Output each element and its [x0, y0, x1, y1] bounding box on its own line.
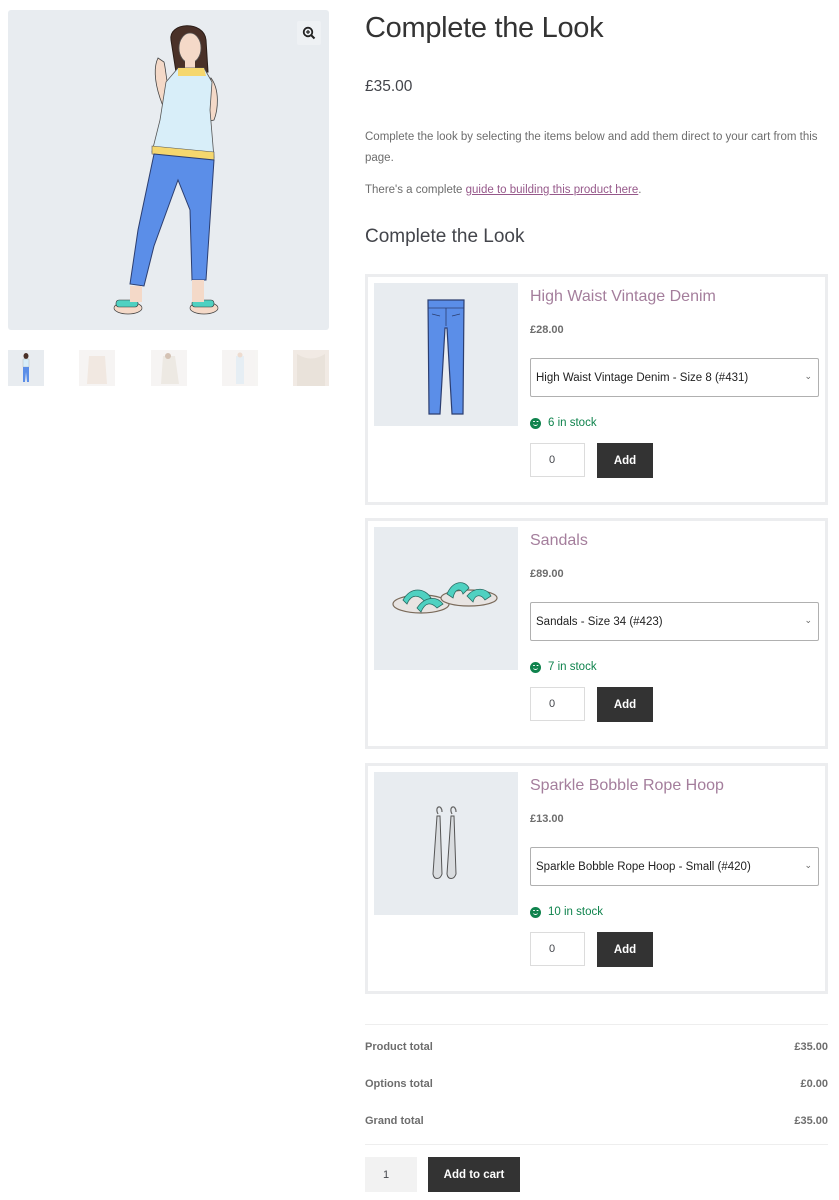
guide-suffix: .: [638, 184, 642, 196]
grand-total-label: Grand total: [365, 1115, 424, 1127]
item-title-link[interactable]: Sandals: [530, 532, 588, 550]
bundle-item-card: High Waist Vintage Denim £28.00 High Wai…: [365, 274, 828, 505]
cart-quantity-input[interactable]: 1: [365, 1157, 417, 1192]
item-image[interactable]: [374, 527, 518, 670]
options-total-value: £0.00: [800, 1078, 828, 1090]
smiley-icon: [530, 417, 541, 429]
quantity-input[interactable]: 0: [530, 443, 585, 477]
totals-table: Product total £35.00 Options total £0.00…: [365, 1024, 828, 1127]
thumbnail-3[interactable]: [151, 350, 187, 386]
gallery-thumbnails: [8, 350, 329, 386]
thumbnail-4[interactable]: [222, 350, 258, 386]
item-title-link[interactable]: Sparkle Bobble Rope Hoop: [530, 777, 724, 795]
thumbnail-top-side-icon: [161, 353, 179, 384]
section-title: Complete the Look: [365, 226, 525, 247]
stock-text: 10 in stock: [548, 906, 603, 918]
product-description: Complete the look by selecting the items…: [365, 131, 818, 164]
totals-divider: [365, 1144, 828, 1145]
thumbnail-5[interactable]: [293, 350, 329, 386]
variation-select[interactable]: Sandals - Size 34 (#423) ⌄: [530, 602, 819, 641]
quantity-input[interactable]: 0: [530, 687, 585, 721]
variation-select-value: Sandals - Size 34 (#423): [536, 615, 663, 628]
smiley-icon: [530, 661, 541, 673]
options-total-label: Options total: [365, 1078, 433, 1090]
model-illustration: [113, 25, 219, 315]
stock-text: 6 in stock: [548, 417, 597, 429]
sandals-icon: [392, 581, 498, 614]
options-total-row: Options total £0.00: [365, 1078, 828, 1090]
item-price: £89.00: [530, 568, 564, 580]
chevron-down-icon: ⌄: [804, 860, 812, 870]
product-total-value: £35.00: [794, 1041, 828, 1053]
smiley-icon: [530, 906, 541, 918]
item-image[interactable]: [374, 283, 518, 426]
add-item-button[interactable]: Add: [597, 932, 653, 967]
add-item-button[interactable]: Add: [597, 687, 653, 722]
item-price: £28.00: [530, 324, 564, 336]
thumbnail-top-detail-icon: [293, 350, 329, 386]
variation-select-value: High Waist Vintage Denim - Size 8 (#431): [536, 371, 749, 384]
thumbnail-top-icon: [87, 356, 107, 384]
jeans-icon: [427, 298, 465, 415]
variation-select[interactable]: High Waist Vintage Denim - Size 8 (#431)…: [530, 358, 819, 397]
product-price: £35.00: [365, 78, 413, 95]
thumbnail-2[interactable]: [79, 350, 115, 386]
thumbnail-outfit-light-icon: [236, 352, 244, 384]
chevron-down-icon: ⌄: [804, 371, 812, 381]
product-total-label: Product total: [365, 1041, 433, 1053]
zoom-in-icon: [302, 26, 316, 40]
item-image[interactable]: [374, 772, 518, 915]
guide-prefix: There's a complete: [365, 184, 466, 196]
add-to-cart-button[interactable]: Add to cart: [428, 1157, 520, 1192]
item-price: £13.00: [530, 813, 564, 825]
guide-paragraph: There's a complete guide to building thi…: [365, 184, 641, 196]
quantity-input[interactable]: 0: [530, 932, 585, 966]
stock-status: 10 in stock: [530, 906, 603, 918]
item-title-link[interactable]: High Waist Vintage Denim: [530, 288, 716, 306]
bundle-item-card: Sandals £89.00 Sandals - Size 34 (#423) …: [365, 518, 828, 749]
earrings-icon: [432, 805, 457, 879]
thumbnail-outfit-icon: [22, 353, 30, 382]
grand-total-value: £35.00: [794, 1115, 828, 1127]
zoom-button[interactable]: [297, 21, 321, 45]
stock-status: 7 in stock: [530, 661, 597, 673]
stock-text: 7 in stock: [548, 661, 597, 673]
chevron-down-icon: ⌄: [804, 615, 812, 625]
grand-total-row: Grand total £35.00: [365, 1115, 828, 1127]
thumbnail-1[interactable]: [8, 350, 44, 386]
stock-status: 6 in stock: [530, 417, 597, 429]
add-item-button[interactable]: Add: [597, 443, 653, 478]
guide-link[interactable]: guide to building this product here: [466, 184, 639, 196]
variation-select[interactable]: Sparkle Bobble Rope Hoop - Small (#420) …: [530, 847, 819, 886]
product-main-image[interactable]: [8, 10, 329, 330]
product-title: Complete the Look: [365, 12, 604, 44]
bundle-item-card: Sparkle Bobble Rope Hoop £13.00 Sparkle …: [365, 763, 828, 994]
product-total-row: Product total £35.00: [365, 1041, 828, 1053]
variation-select-value: Sparkle Bobble Rope Hoop - Small (#420): [536, 860, 751, 873]
